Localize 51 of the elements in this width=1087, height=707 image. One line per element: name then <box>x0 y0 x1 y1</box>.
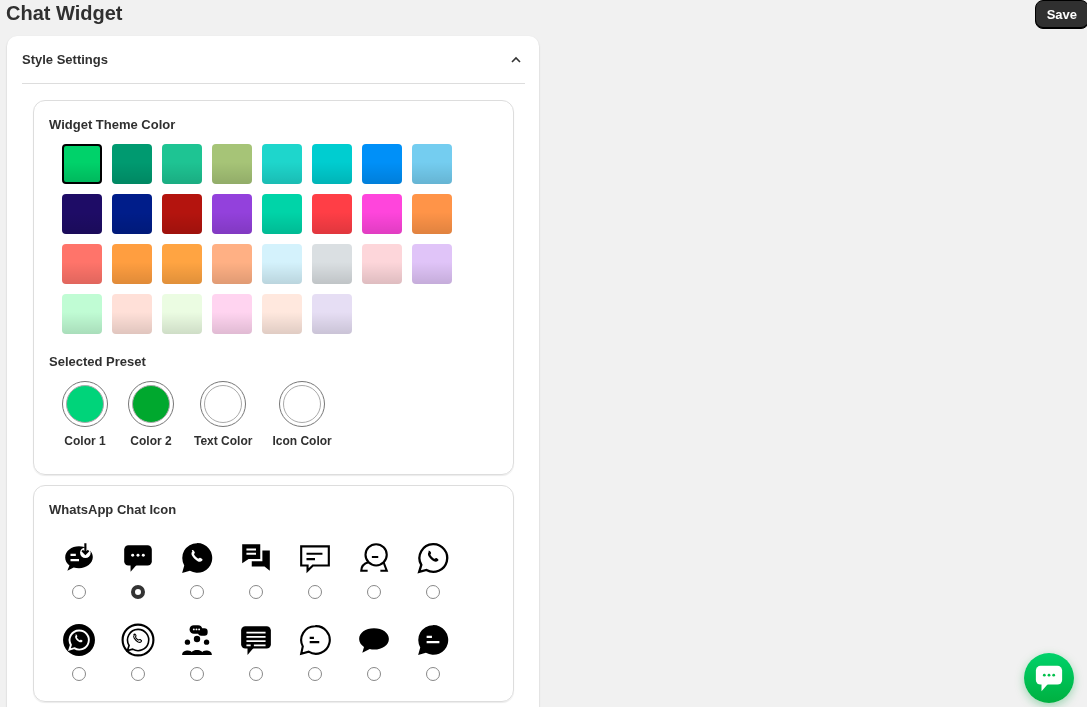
save-button[interactable]: Save <box>1034 0 1087 29</box>
radio-button[interactable] <box>130 585 145 599</box>
color-swatch[interactable] <box>312 294 352 334</box>
phone-bubble-outline-icon[interactable] <box>415 541 450 575</box>
color-swatch[interactable] <box>312 244 352 284</box>
card-title: Widget Theme Color <box>49 117 177 132</box>
color-swatch[interactable] <box>412 244 452 284</box>
card-title: WhatsApp Chat Icon <box>49 502 178 517</box>
page-title: Chat Widget <box>6 2 123 25</box>
color-swatch[interactable] <box>162 244 202 284</box>
color-swatch[interactable] <box>362 194 402 234</box>
color-swatch[interactable] <box>62 294 102 334</box>
color-swatch[interactable] <box>312 144 352 184</box>
color-swatch[interactable] <box>212 144 252 184</box>
chat-outline-icon[interactable] <box>297 623 332 657</box>
color-label: Icon Color <box>272 434 332 448</box>
color-swatch[interactable] <box>112 294 152 334</box>
color-swatch[interactable] <box>162 294 202 334</box>
color-swatch[interactable] <box>112 144 152 184</box>
chat-widget-button[interactable] <box>1024 653 1074 703</box>
color-swatch[interactable] <box>362 144 402 184</box>
color-swatch[interactable] <box>62 244 102 284</box>
chat-bubble-icon[interactable] <box>415 623 450 657</box>
color-swatch[interactable] <box>312 194 352 234</box>
color-swatch[interactable] <box>412 194 452 234</box>
color-swatch[interactable] <box>212 294 252 334</box>
section-title: Style Settings <box>22 52 108 67</box>
color-label: Color 2 <box>130 434 172 448</box>
color-swatch[interactable] <box>212 194 252 234</box>
color-swatch[interactable] <box>212 244 252 284</box>
color-swatch[interactable] <box>62 194 102 234</box>
phone-bubble-icon[interactable] <box>179 541 214 575</box>
color-swatch[interactable] <box>112 194 152 234</box>
color-label: Color 1 <box>64 434 106 448</box>
color-swatch[interactable] <box>62 144 102 184</box>
color-swatch[interactable] <box>412 144 452 184</box>
color-label: Text Color <box>194 434 253 448</box>
color-swatch[interactable] <box>112 244 152 284</box>
phone-circle-outline-icon[interactable] <box>120 623 155 657</box>
phone-circle-icon[interactable] <box>61 623 96 657</box>
color-swatch[interactable] <box>262 194 302 234</box>
color-swatch[interactable] <box>362 244 402 284</box>
color-swatch[interactable] <box>162 194 202 234</box>
color-swatch[interactable] <box>262 294 302 334</box>
text-bubble-icon[interactable] <box>238 623 273 657</box>
card-title: Selected Preset <box>49 354 147 369</box>
color-swatch[interactable] <box>162 144 202 184</box>
chat-dots-icon <box>1034 663 1064 693</box>
color-swatch[interactable] <box>262 244 302 284</box>
group-chat-icon[interactable] <box>179 623 214 657</box>
color-swatch[interactable] <box>262 144 302 184</box>
